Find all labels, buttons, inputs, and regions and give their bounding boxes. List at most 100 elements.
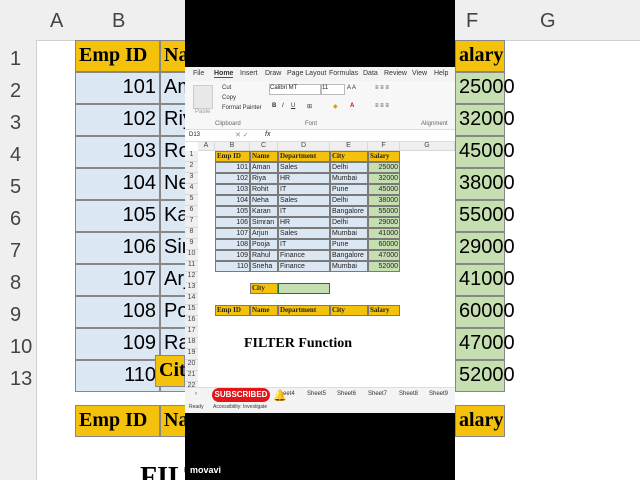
result-header-cell[interactable]: Department [278,305,330,316]
table-cell[interactable]: 45000 [368,184,400,195]
row-number[interactable]: 3 [185,173,198,184]
column-header[interactable]: A [198,142,215,151]
font-size-box[interactable]: 11 [321,84,345,95]
table-cell[interactable]: Finance [278,250,330,261]
paste-label[interactable]: Paste [195,109,210,115]
italic-icon[interactable]: I [282,103,284,109]
format-painter-button[interactable]: Format Painter [222,105,262,111]
column-header[interactable]: C [250,142,278,151]
row-number[interactable]: 17 [185,327,198,338]
column-header[interactable]: G [400,142,455,151]
row-number[interactable]: 14 [185,294,198,305]
cut-button[interactable]: Cut [222,85,231,91]
table-cell[interactable]: Pune [330,184,368,195]
align-top-icon[interactable]: ≡ ≡ ≡ [375,85,389,91]
table-cell[interactable]: Neha [250,195,278,206]
sheet-tab[interactable]: Sheet9 [429,391,448,397]
sheet-tab[interactable]: Sheet6 [337,391,356,397]
table-cell[interactable]: Riya [250,173,278,184]
table-cell[interactable]: Aman [250,162,278,173]
row-number[interactable]: 4 [185,184,198,195]
result-header-cell[interactable]: Emp ID [215,305,250,316]
menu-draw[interactable]: Draw [265,70,281,77]
menu-file[interactable]: File [193,70,204,77]
table-cell[interactable]: Delhi [330,162,368,173]
table-cell[interactable]: 102 [215,173,250,184]
row-number[interactable]: 6 [185,206,198,217]
table-cell[interactable]: IT [278,206,330,217]
font-name-box[interactable]: Calibri MT [269,84,321,95]
table-cell[interactable]: 108 [215,239,250,250]
menu-review[interactable]: Review [384,70,407,77]
table-cell[interactable]: Mumbai [330,228,368,239]
fx-icon[interactable]: fx [265,131,270,138]
table-cell[interactable]: Arjun [250,228,278,239]
row-number[interactable]: 15 [185,305,198,316]
cancel-icon[interactable]: ✕ ✓ [235,131,249,139]
table-cell[interactable]: Mumbai [330,261,368,272]
table-cell[interactable]: IT [278,239,330,250]
table-cell[interactable]: IT [278,184,330,195]
menu-data[interactable]: Data [363,70,378,77]
table-cell[interactable]: 32000 [368,173,400,184]
table-cell[interactable]: 60000 [368,239,400,250]
table-cell[interactable]: 55000 [368,206,400,217]
menu-page-layout[interactable]: Page Layout [287,70,326,77]
sheet-tab[interactable]: Sheet5 [307,391,326,397]
result-header-cell[interactable]: Salary [368,305,400,316]
row-number[interactable]: 16 [185,316,198,327]
table-cell[interactable]: Sneha [250,261,278,272]
font-color-icon[interactable]: A [350,103,354,109]
menu-insert[interactable]: Insert [240,70,258,77]
row-number[interactable]: 12 [185,272,198,283]
table-cell[interactable]: Karan [250,206,278,217]
subscribe-button[interactable]: SUBSCRIBED [212,388,270,402]
table-cell[interactable]: Sales [278,195,330,206]
menu-view[interactable]: View [412,70,427,77]
table-cell[interactable]: 101 [215,162,250,173]
table-cell[interactable]: Delhi [330,217,368,228]
bell-icon[interactable]: 🔔 [273,389,287,402]
row-number[interactable]: 1 [185,151,198,162]
scroll-left-icon[interactable]: ‹ [195,391,197,397]
table-cell[interactable]: Rahul [250,250,278,261]
table-cell[interactable]: 105 [215,206,250,217]
menu-home[interactable]: Home [214,70,234,78]
table-header-cell[interactable]: Name [250,151,278,162]
column-header[interactable]: F [368,142,400,151]
table-cell[interactable]: HR [278,217,330,228]
menu-help[interactable]: Help [434,70,448,77]
row-number[interactable]: 2 [185,162,198,173]
table-cell[interactable]: 103 [215,184,250,195]
row-number[interactable]: 21 [185,371,198,382]
status-accessibility[interactable]: Accessibility: Investigate [213,404,267,410]
table-cell[interactable]: Finance [278,261,330,272]
name-box[interactable]: D13 [189,132,200,138]
table-header-cell[interactable]: Salary [368,151,400,162]
column-header[interactable]: B [215,142,250,151]
sheet-tab[interactable]: Sheet8 [399,391,418,397]
table-cell[interactable]: Bangalore [330,206,368,217]
result-header-cell[interactable]: City [330,305,368,316]
borders-icon[interactable]: ⊞ [307,103,312,110]
table-cell[interactable]: Simran [250,217,278,228]
sheet-tab[interactable]: Sheet7 [368,391,387,397]
table-cell[interactable]: Rohit [250,184,278,195]
column-header[interactable]: E [330,142,368,151]
row-number[interactable]: 19 [185,349,198,360]
table-cell[interactable]: 47000 [368,250,400,261]
row-number[interactable]: 11 [185,261,198,272]
row-number[interactable]: 13 [185,283,198,294]
grow-font-icon[interactable]: A A [347,85,356,91]
align-left-icon[interactable]: ≡ ≡ ≡ [375,103,389,109]
bold-icon[interactable]: B [272,103,276,109]
table-cell[interactable]: Sales [278,228,330,239]
table-header-cell[interactable]: Department [278,151,330,162]
table-header-cell[interactable]: City [330,151,368,162]
underline-icon[interactable]: U [291,103,295,109]
row-number[interactable]: 20 [185,360,198,371]
row-number[interactable]: 7 [185,217,198,228]
table-cell[interactable]: Pooja [250,239,278,250]
table-cell[interactable]: 38000 [368,195,400,206]
row-number[interactable]: 8 [185,228,198,239]
